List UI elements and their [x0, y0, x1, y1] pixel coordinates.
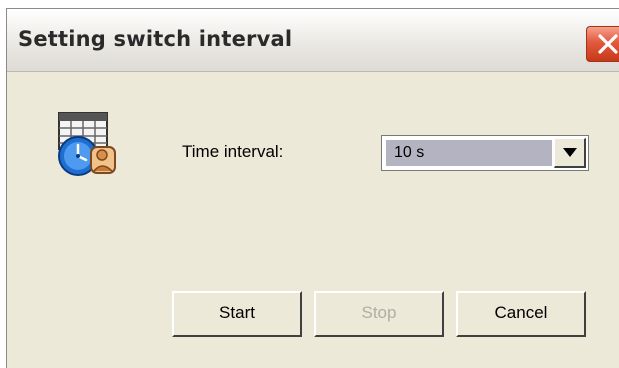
time-interval-label: Time interval:	[182, 142, 284, 161]
start-button[interactable]: Start	[172, 291, 302, 337]
close-icon	[598, 34, 618, 54]
dropdown-button[interactable]	[554, 138, 586, 168]
dialog-window: Setting switch interval Time interval: 1…	[6, 8, 619, 368]
close-button[interactable]	[586, 26, 619, 62]
window-title: Setting switch interval	[18, 27, 293, 51]
stop-button[interactable]: Stop	[314, 291, 444, 337]
title-bar[interactable]: Setting switch interval	[7, 9, 619, 72]
chevron-down-icon	[563, 148, 577, 157]
time-interval-value: 10 s	[386, 140, 552, 166]
cancel-button[interactable]: Cancel	[456, 291, 586, 337]
clock-calendar-user-icon	[51, 111, 123, 181]
time-interval-select[interactable]: 10 s	[381, 135, 589, 171]
